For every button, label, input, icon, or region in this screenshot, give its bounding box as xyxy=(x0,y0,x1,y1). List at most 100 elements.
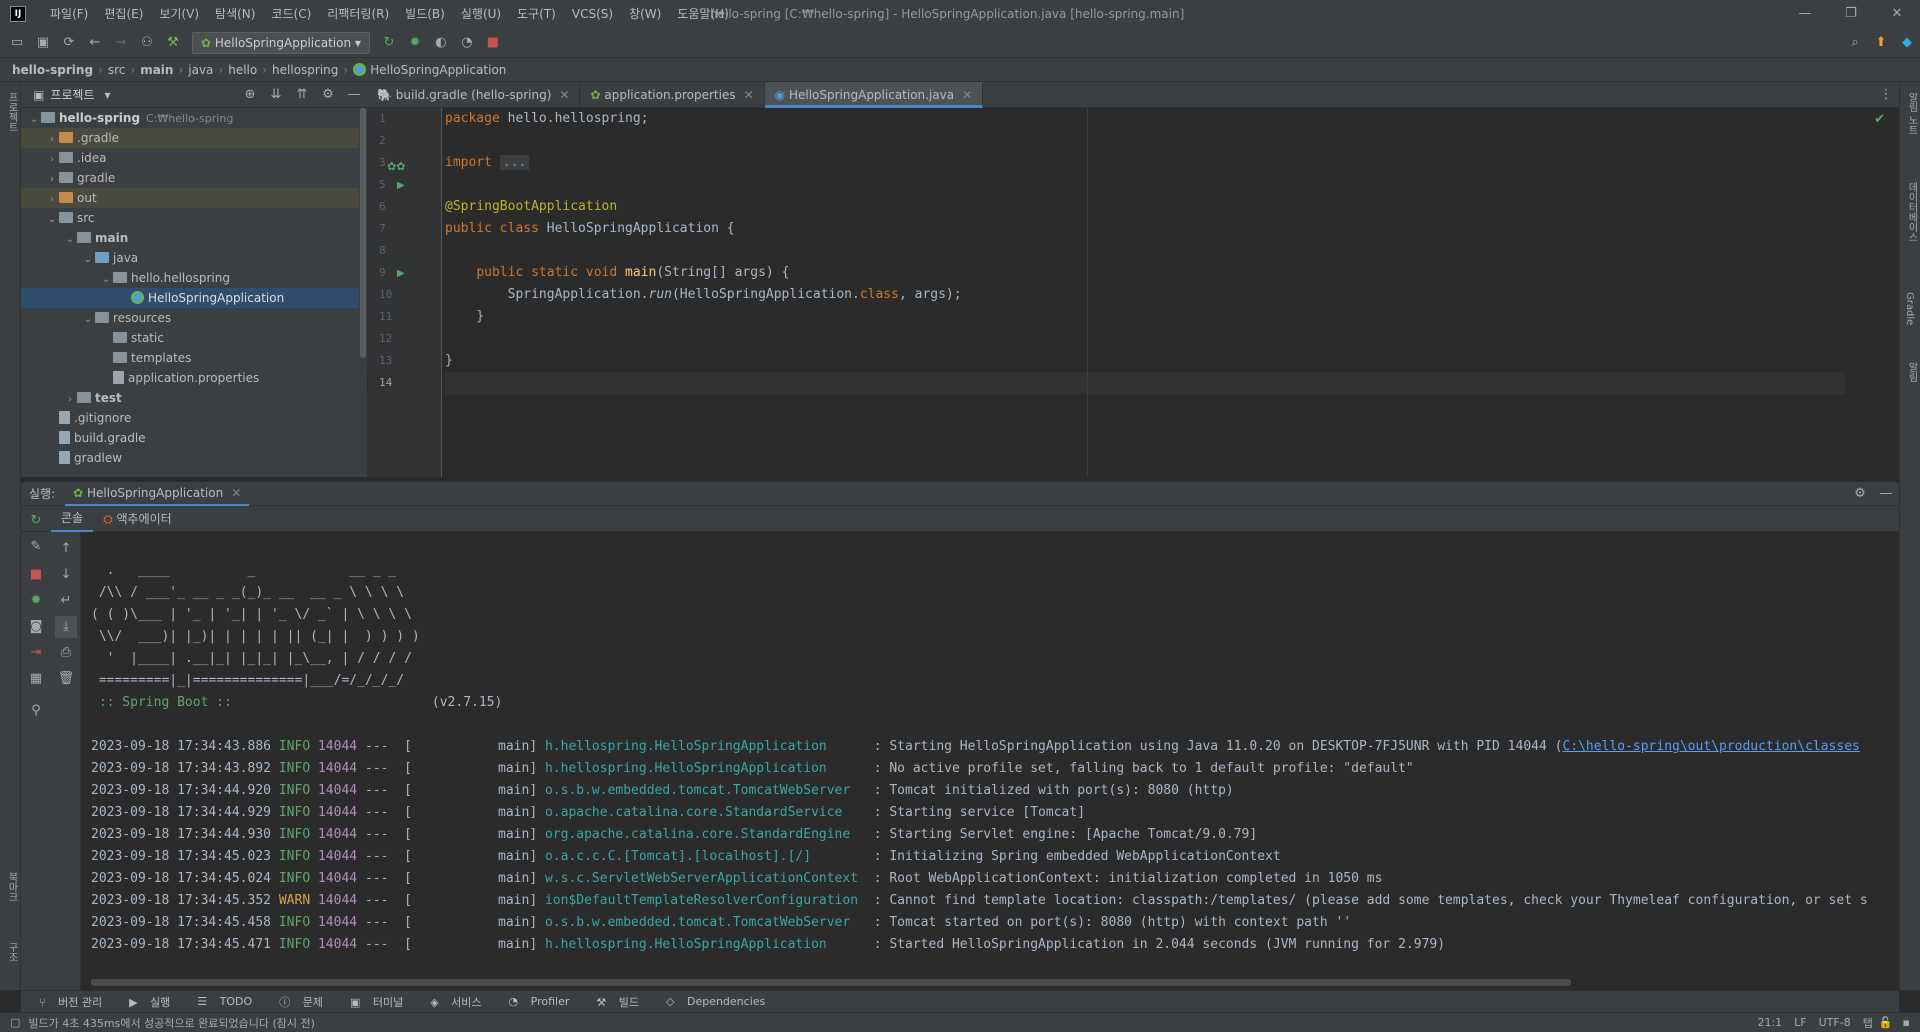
debug-icon[interactable]: ✹ xyxy=(25,590,47,612)
tool-tab[interactable]: ◇ Dependencies xyxy=(657,995,765,1008)
search-icon[interactable]: ⌕ xyxy=(1844,32,1866,54)
stripe-notifications[interactable]: 알림 xyxy=(1904,362,1919,382)
tree-item[interactable]: HelloSpringApplication xyxy=(21,288,367,308)
tree-item[interactable]: › out xyxy=(21,188,367,208)
breadcrumb-item[interactable]: hellospring xyxy=(272,63,338,77)
restore-icon[interactable]: ❐ xyxy=(1828,0,1874,28)
close-icon[interactable]: ✕ xyxy=(559,88,569,102)
tree-item[interactable]: › .gradle xyxy=(21,128,367,148)
gear-icon[interactable]: ⚙ xyxy=(1849,483,1871,505)
tab-console[interactable]: 콘솔 xyxy=(51,506,94,532)
coverage-icon[interactable]: ◐ xyxy=(430,32,452,54)
soft-wrap-icon[interactable]: ↵ xyxy=(55,590,77,612)
tool-tab[interactable]: ◔ Profiler xyxy=(500,995,570,1008)
user-icon[interactable]: ⚇ xyxy=(136,32,158,54)
chevron-right-icon[interactable]: › xyxy=(63,390,77,410)
stripe-gradle[interactable]: Gradle xyxy=(1904,292,1915,325)
exit-icon[interactable]: ⇥ xyxy=(25,642,47,664)
jetbrains-icon[interactable]: ◆ xyxy=(1896,32,1918,54)
tree-item[interactable]: ⌄ java xyxy=(21,248,367,268)
scroll-to-end-icon[interactable]: ⤓ xyxy=(55,616,77,638)
tree-item[interactable]: › test xyxy=(21,388,367,408)
chevron-down-icon[interactable]: ⌄ xyxy=(81,310,95,330)
breadcrumb-item[interactable]: src xyxy=(108,63,126,77)
menu-item[interactable]: 탐색(N) xyxy=(207,0,263,28)
tool-tab[interactable]: ▣ 터미널 xyxy=(341,994,403,1010)
tree-item[interactable]: static xyxy=(21,328,367,348)
caret-position[interactable]: 21:1 xyxy=(1757,1016,1782,1029)
menu-item[interactable]: 편집(E) xyxy=(96,0,151,28)
arrow-up-icon[interactable]: ↑ xyxy=(55,538,77,560)
menu-item[interactable]: 실행(U) xyxy=(453,0,509,28)
console-output[interactable]: . ____ _ __ _ _ /\\ / ___'_ __ _ _(_)_ _… xyxy=(81,532,1899,990)
chevron-down-icon[interactable]: ⌄ xyxy=(45,210,59,230)
close-icon[interactable]: ✕ xyxy=(962,88,972,102)
editor-tab[interactable]: ◉ HelloSpringApplication.java ✕ xyxy=(764,81,984,108)
stripe-bookmarks[interactable]: 북마크 xyxy=(4,872,19,902)
menu-item[interactable]: 보기(V) xyxy=(151,0,207,28)
tree-item[interactable]: gradlew xyxy=(21,448,367,468)
stripe-project[interactable]: 프로젝트 xyxy=(4,92,19,132)
layout-icon[interactable]: ▦ xyxy=(25,668,47,690)
collapse-all-icon[interactable]: ⇈ xyxy=(291,84,313,106)
menu-item[interactable]: 파일(F) xyxy=(42,0,96,28)
rerun-icon[interactable]: ↻ xyxy=(378,32,400,54)
tree-item[interactable]: ⌄ hello.hellospring xyxy=(21,268,367,288)
console-hscrollbar[interactable] xyxy=(91,979,1571,986)
stop-icon[interactable]: ■ xyxy=(25,564,47,586)
editor-tab[interactable]: 🐘 build.gradle (hello-spring) ✕ xyxy=(367,81,581,108)
project-scrollbar[interactable] xyxy=(359,108,367,477)
run-gutter-icon[interactable]: ▶ xyxy=(397,268,405,279)
tool-tab[interactable]: ▶ 실행 xyxy=(120,994,170,1010)
line-separator[interactable]: LF xyxy=(1794,1016,1806,1029)
chevron-right-icon[interactable]: › xyxy=(45,150,59,170)
spring-bean-icon[interactable]: ✿✿ xyxy=(387,160,405,173)
close-icon[interactable]: ✕ xyxy=(231,486,241,500)
expand-all-icon[interactable]: ⇊ xyxy=(265,84,287,106)
tool-tab[interactable]: ⓘ 문제 xyxy=(270,994,323,1010)
print-icon[interactable]: ⎙ xyxy=(55,642,77,664)
menu-item[interactable]: 도구(T) xyxy=(509,0,564,28)
tree-item[interactable]: ⌄ main xyxy=(21,228,367,248)
tab-actuator[interactable]: ⛭ 액추에이터 xyxy=(93,507,182,531)
locate-icon[interactable]: ⊕ xyxy=(239,84,261,106)
breadcrumb-item[interactable]: hello xyxy=(228,63,257,77)
tree-item[interactable]: › gradle xyxy=(21,168,367,188)
tree-item[interactable]: build.gradle xyxy=(21,428,367,448)
chevron-down-icon[interactable]: ⌄ xyxy=(27,110,41,130)
breadcrumb-item[interactable]: hello-spring xyxy=(12,63,93,77)
run-gutter-icon[interactable]: ▶ xyxy=(397,180,405,191)
menu-item[interactable]: 코드(C) xyxy=(263,0,319,28)
more-tabs-icon[interactable]: ⋮ xyxy=(1875,84,1897,106)
menu-item[interactable]: VCS(S) xyxy=(564,0,621,28)
profile-icon[interactable]: ◔ xyxy=(456,32,478,54)
forward-icon[interactable]: → xyxy=(110,32,132,54)
breadcrumb-item[interactable]: java xyxy=(188,63,213,77)
lock-icon[interactable]: 🔓 xyxy=(1879,1016,1893,1029)
trash-icon[interactable]: 🗑 xyxy=(55,668,77,690)
tree-item[interactable]: templates xyxy=(21,348,367,368)
build-hammer-icon[interactable]: ⚒ xyxy=(162,32,184,54)
rerun-icon[interactable]: ↻ xyxy=(25,510,47,532)
chevron-down-icon[interactable]: ⌄ xyxy=(99,270,113,290)
close-icon[interactable]: ✕ xyxy=(1874,0,1920,28)
sync-icon[interactable]: ⟳ xyxy=(58,32,80,54)
tree-item[interactable]: ⌄ src xyxy=(21,208,367,228)
chevron-down-icon[interactable]: ▾ xyxy=(105,88,111,102)
run-tab[interactable]: ✿ HelloSpringApplication ✕ xyxy=(65,482,250,506)
tool-tab[interactable]: ⑂ 버전 관리 xyxy=(30,994,102,1010)
run-config-selector[interactable]: ✿ HelloSpringApplication ▾ xyxy=(192,31,370,54)
update-icon[interactable]: ⬆ xyxy=(1870,32,1892,54)
indent-setting[interactable]: 탭 xyxy=(1863,1015,1873,1031)
hide-icon[interactable]: — xyxy=(1875,483,1897,505)
tree-item[interactable]: .gitignore xyxy=(21,408,367,428)
menu-item[interactable]: 창(W) xyxy=(621,0,669,28)
tool-tab[interactable]: ◈ 서비스 xyxy=(421,994,481,1010)
chevron-down-icon[interactable]: ⌄ xyxy=(63,230,77,250)
camera-icon[interactable]: ◙ xyxy=(25,616,47,638)
breadcrumb-item[interactable]: main xyxy=(140,63,173,77)
close-icon[interactable]: ✕ xyxy=(744,88,754,102)
file-encoding[interactable]: UTF-8 xyxy=(1819,1016,1851,1029)
minimize-icon[interactable]: — xyxy=(1782,0,1828,28)
log-link[interactable]: C:\hello-spring\out\production\classes xyxy=(1562,739,1859,754)
